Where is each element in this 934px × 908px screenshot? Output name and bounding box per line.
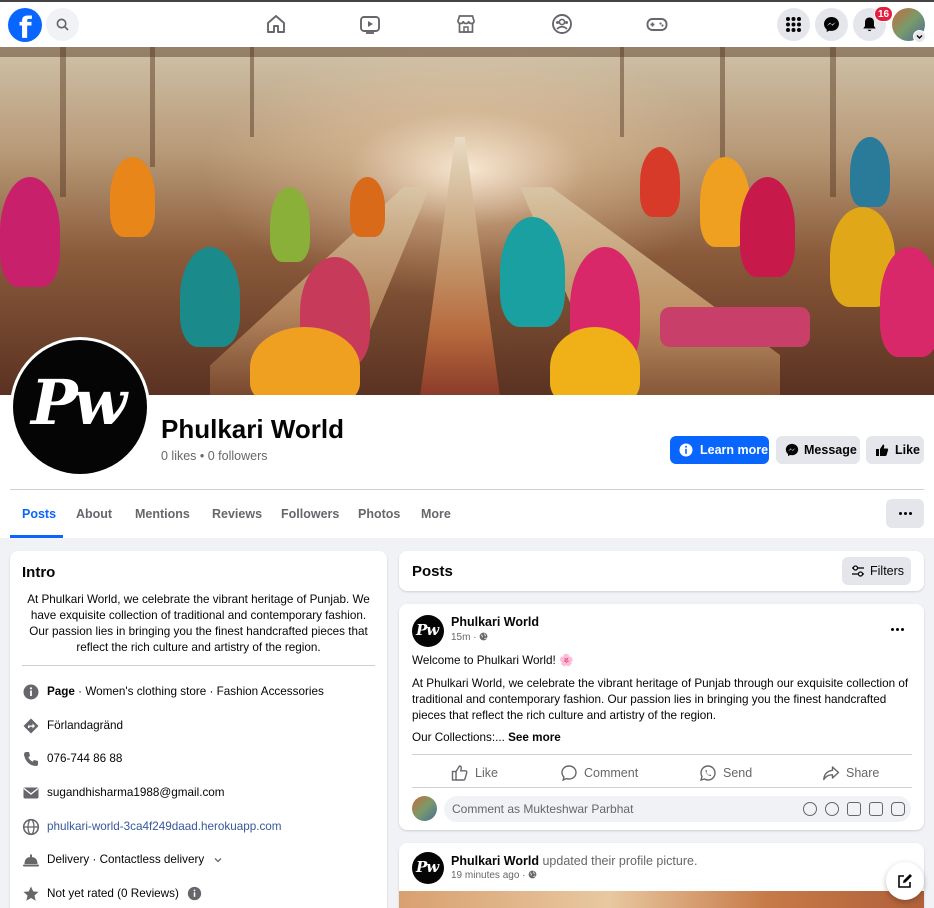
dot: [901, 628, 904, 631]
post-author-avatar[interactable]: Pw: [412, 852, 444, 884]
gif-icon[interactable]: [869, 802, 883, 816]
tab-mentions[interactable]: Mentions: [135, 492, 190, 538]
post-header-text: Phulkari World updated their profile pic…: [451, 854, 698, 868]
top-navigation-bar: f 16: [0, 0, 934, 48]
search-icon: [56, 18, 69, 31]
share-icon: [823, 766, 840, 781]
menu-button[interactable]: [777, 8, 810, 41]
info-icon: [23, 684, 39, 700]
page-logo: Pw: [13, 340, 147, 474]
info-icon: [679, 443, 693, 457]
post-divider: [412, 787, 912, 788]
tab-reviews[interactable]: Reviews: [212, 492, 262, 538]
intro-bio: At Phulkari World, we celebrate the vibr…: [27, 593, 370, 654]
chevron-down-icon: [214, 857, 222, 863]
post-author-avatar[interactable]: Pw: [412, 615, 444, 647]
profile-divider: [10, 489, 924, 490]
post-divider: [412, 754, 912, 755]
dot: [904, 512, 907, 515]
see-more-link[interactable]: See more: [508, 731, 561, 744]
post-author-name[interactable]: Phulkari World: [451, 854, 539, 868]
posts-title: Posts: [412, 563, 453, 580]
messenger-icon: [785, 443, 799, 457]
filters-button[interactable]: Filters: [842, 557, 911, 585]
post-card: Pw Phulkari World 15m · Welcome to Phulk…: [399, 604, 924, 830]
tab-followers[interactable]: Followers: [281, 492, 339, 538]
menu-grid-icon: [786, 17, 801, 32]
emoji-icon[interactable]: [825, 802, 839, 816]
intro-title: Intro: [22, 564, 56, 581]
comment-icon: [561, 765, 577, 782]
avatar-sticker-icon[interactable]: [803, 802, 817, 816]
messenger-icon: [824, 17, 839, 32]
tab-photos[interactable]: Photos: [358, 492, 400, 538]
post-timestamp[interactable]: 19 minutes ago ·: [451, 870, 537, 881]
thumbs-up-icon: [451, 765, 468, 781]
message-button[interactable]: Message: [776, 436, 860, 464]
camera-icon[interactable]: [847, 802, 861, 816]
post-body: At Phulkari World, we celebrate the vibr…: [412, 677, 909, 722]
thumbs-up-icon: [876, 444, 889, 456]
globe-icon: [22, 818, 40, 836]
globe-icon: [479, 632, 488, 641]
like-button[interactable]: Like: [451, 763, 498, 783]
like-page-button[interactable]: Like: [866, 436, 924, 464]
comment-input[interactable]: Comment as Mukteshwar Parbhat: [444, 796, 911, 822]
send-button[interactable]: Send: [699, 763, 752, 783]
page-stats: 0 likes • 0 followers: [161, 449, 268, 463]
post-author-name[interactable]: Phulkari World: [451, 615, 539, 629]
post-image[interactable]: [399, 891, 924, 908]
globe-icon: [528, 870, 537, 879]
dot: [909, 512, 912, 515]
service-bell-icon: [23, 854, 39, 867]
page-title: Phulkari World: [161, 414, 344, 444]
posts-header-card: Posts Filters: [399, 551, 924, 591]
intro-divider: [22, 665, 375, 666]
tab-more[interactable]: More: [421, 492, 451, 562]
star-icon: [23, 886, 39, 901]
compose-icon: [898, 874, 912, 888]
learn-more-button[interactable]: Learn more: [670, 436, 769, 464]
commenter-avatar[interactable]: [412, 796, 437, 821]
post-card: Pw Phulkari World updated their profile …: [399, 843, 924, 908]
phone-icon: [24, 752, 38, 766]
messenger-button[interactable]: [815, 8, 848, 41]
gaming-icon[interactable]: [645, 12, 669, 36]
groups-icon[interactable]: [550, 12, 574, 36]
more-options-button[interactable]: [886, 499, 924, 528]
filters-icon: [852, 565, 864, 577]
post-timestamp[interactable]: 15m ·: [451, 632, 488, 643]
directions-icon: [23, 718, 39, 734]
sticker-icon[interactable]: [891, 802, 905, 816]
info-icon[interactable]: [187, 886, 202, 901]
notification-count-badge: 16: [874, 6, 894, 22]
new-message-button[interactable]: [886, 862, 924, 900]
tab-posts[interactable]: Posts: [10, 492, 63, 538]
comment-button[interactable]: Comment: [560, 763, 638, 783]
share-button[interactable]: Share: [822, 763, 879, 783]
post-greeting: Welcome to Phulkari World! 🌸: [412, 654, 574, 667]
video-icon[interactable]: [358, 12, 382, 36]
facebook-logo[interactable]: f: [8, 8, 42, 45]
post-options-button[interactable]: [885, 620, 909, 638]
intro-card: Intro At Phulkari World, we celebrate th…: [10, 551, 387, 908]
email-icon: [23, 787, 39, 799]
cover-photo[interactable]: [0, 47, 934, 395]
home-icon[interactable]: [264, 12, 288, 36]
dot: [896, 628, 899, 631]
dot: [899, 512, 902, 515]
search-button[interactable]: [46, 8, 79, 41]
post-collections: Our Collections:... See more: [412, 731, 561, 744]
dot: [891, 628, 894, 631]
marketplace-icon[interactable]: [454, 12, 478, 36]
website-link[interactable]: phulkari-world-3ca4f249daad.herokuapp.co…: [47, 820, 282, 833]
tab-about[interactable]: About: [76, 492, 112, 538]
whatsapp-icon: [699, 765, 716, 782]
profile-picture[interactable]: Pw: [10, 337, 150, 477]
chevron-down-icon[interactable]: [913, 30, 926, 43]
